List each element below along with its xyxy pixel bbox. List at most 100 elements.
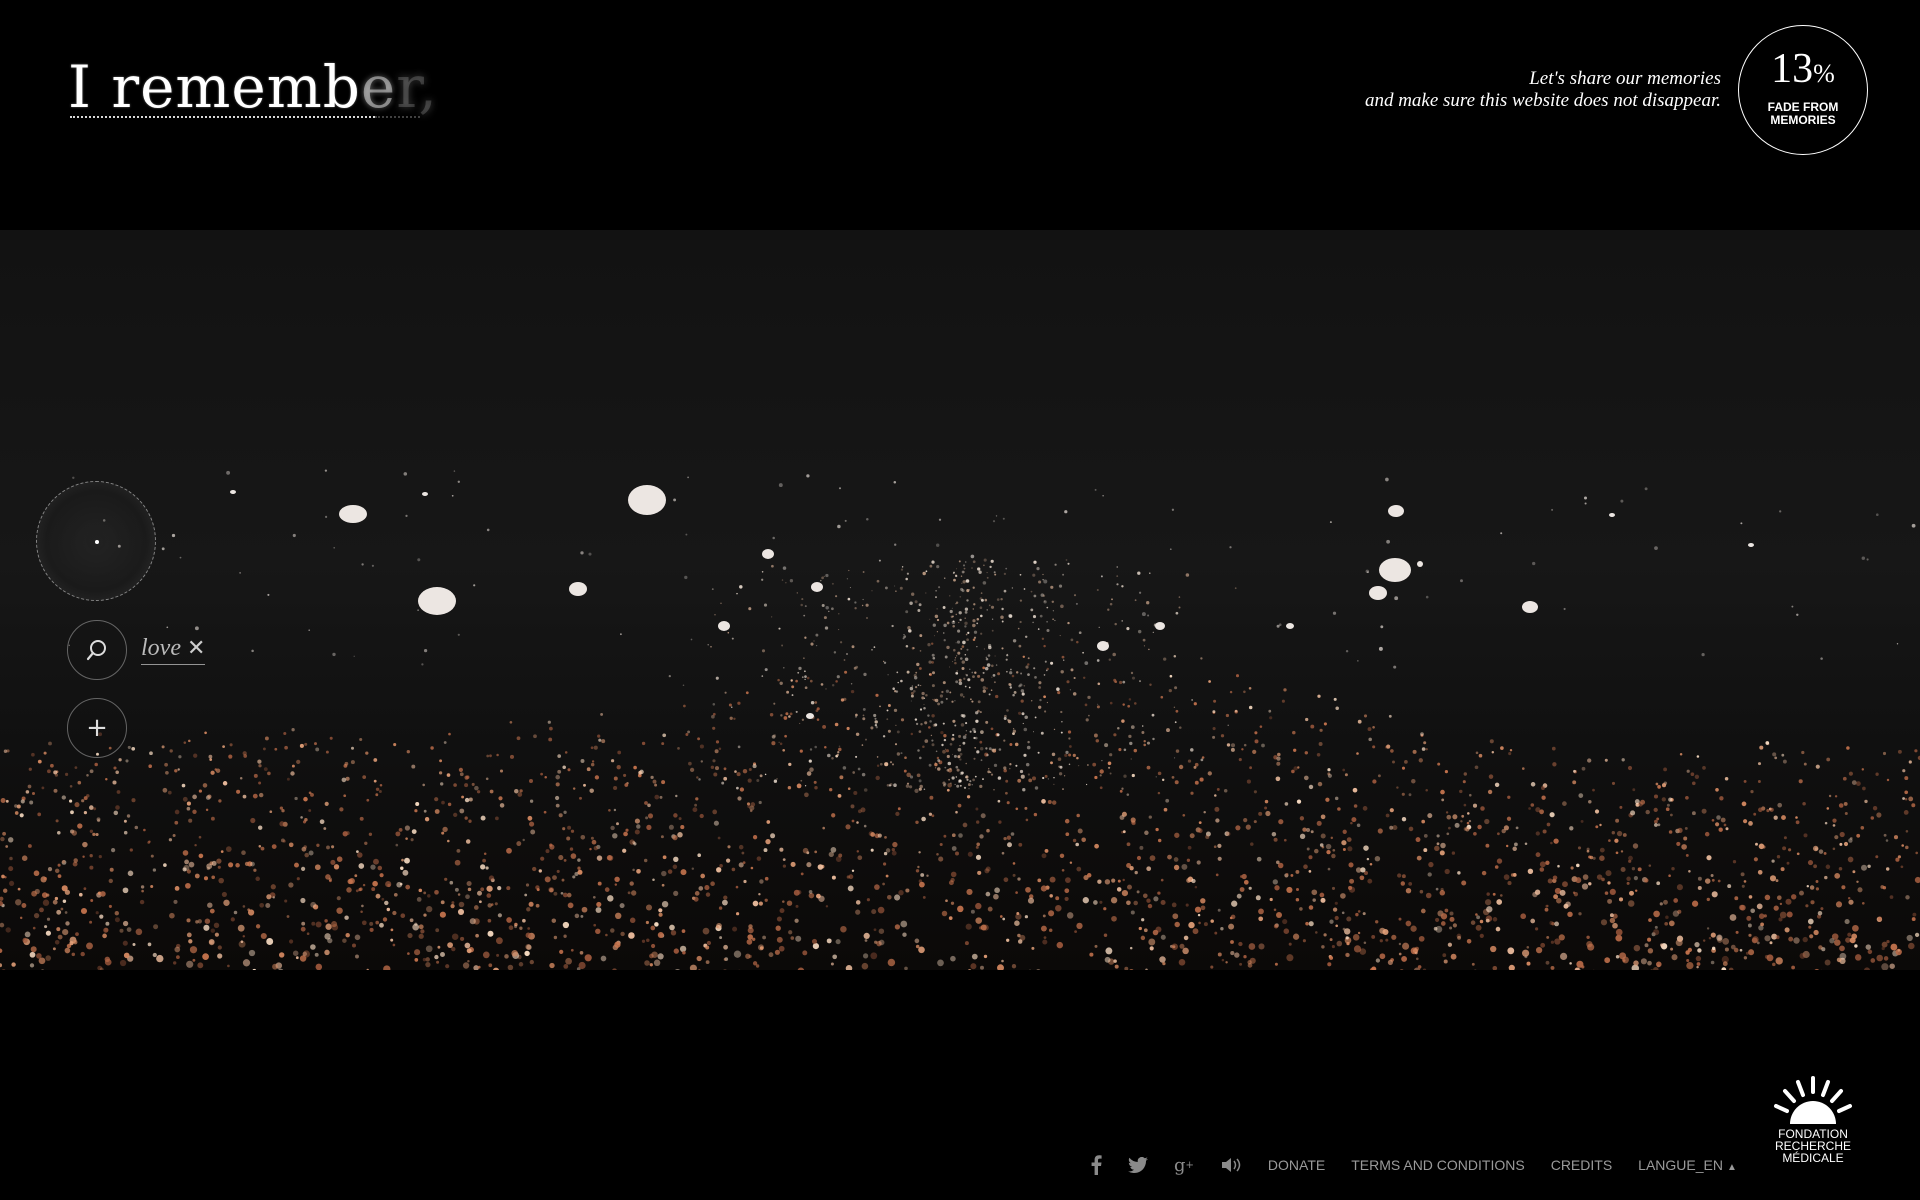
memory-particle — [1032, 573, 1036, 577]
minimap[interactable] — [36, 481, 156, 601]
memory-particle — [1539, 861, 1546, 868]
memory-particle — [1569, 826, 1574, 831]
memory-particle — [562, 765, 566, 770]
memory-particle — [900, 568, 904, 571]
floating-memory[interactable] — [1417, 561, 1423, 567]
memory-particle — [997, 964, 1004, 970]
memory-particle — [1539, 867, 1545, 872]
memory-particle — [961, 645, 965, 648]
memory-particle — [752, 900, 759, 907]
memory-particle — [638, 770, 642, 775]
floating-memory[interactable] — [1388, 505, 1404, 517]
memory-particle — [1200, 898, 1206, 904]
add-memory-button[interactable]: + — [67, 698, 127, 758]
memory-particle — [1249, 766, 1252, 770]
floating-memory[interactable] — [339, 505, 367, 523]
floating-memory[interactable] — [418, 587, 456, 615]
memory-particle — [1605, 870, 1612, 877]
memory-particle — [464, 783, 469, 788]
floating-memory[interactable] — [806, 713, 814, 719]
memory-particle — [788, 715, 791, 718]
floating-memory[interactable] — [628, 485, 666, 515]
memory-particle — [831, 607, 834, 611]
twitter-icon[interactable] — [1128, 1157, 1148, 1173]
memory-particle — [896, 752, 901, 756]
floating-particle — [332, 652, 336, 657]
donate-link[interactable]: DONATE — [1268, 1157, 1325, 1173]
search-filter[interactable]: love ✕ — [141, 635, 206, 665]
memory-particle — [1748, 949, 1755, 956]
floating-memory[interactable] — [1155, 622, 1165, 630]
memory-particle — [486, 893, 492, 898]
memory-particle — [229, 743, 233, 747]
memory-particle-landscape[interactable] — [0, 230, 1920, 970]
terms-link[interactable]: TERMS AND CONDITIONS — [1351, 1157, 1524, 1173]
floating-memory[interactable] — [1748, 543, 1754, 547]
floating-memory[interactable] — [569, 582, 587, 596]
memory-particle — [86, 774, 89, 777]
memory-particle — [937, 702, 941, 706]
floating-memory[interactable] — [1286, 623, 1294, 629]
google-plus-icon[interactable]: g + — [1174, 1155, 1194, 1176]
memory-particle — [458, 767, 463, 772]
floating-memory[interactable] — [1522, 601, 1538, 613]
memory-particle — [464, 797, 470, 803]
memory-particle — [876, 764, 880, 767]
site-logo[interactable]: I remember, — [68, 54, 438, 124]
memory-particle — [943, 577, 946, 579]
memory-particle — [1012, 729, 1017, 733]
memory-particle — [1345, 952, 1350, 958]
logo-fading-letter: e — [360, 53, 397, 121]
memory-particle — [1779, 902, 1783, 906]
language-selector[interactable]: LANGUE_EN ▲ — [1638, 1157, 1737, 1173]
floating-memory[interactable] — [230, 490, 236, 494]
memory-particle — [845, 824, 851, 830]
memory-particle — [7, 837, 14, 843]
memory-particle — [304, 818, 308, 822]
memory-particle — [1711, 891, 1718, 898]
floating-memory[interactable] — [1097, 641, 1109, 651]
memory-particle — [1620, 866, 1626, 873]
memory-particle — [1342, 829, 1347, 834]
floating-memory[interactable] — [1609, 513, 1615, 517]
memory-particle — [1812, 845, 1819, 852]
floating-memory[interactable] — [1369, 586, 1387, 600]
memory-particle — [929, 795, 934, 800]
memory-particle — [1208, 680, 1211, 683]
floating-particle — [453, 470, 456, 472]
search-button[interactable] — [67, 620, 127, 680]
memory-particle — [825, 905, 829, 908]
memory-particle — [499, 769, 504, 773]
memory-particle — [1002, 917, 1006, 921]
floating-memory[interactable] — [762, 549, 774, 559]
floating-memory[interactable] — [718, 621, 730, 631]
memory-particle — [1001, 851, 1005, 855]
memory-particle — [990, 727, 994, 731]
memory-particle — [1038, 705, 1042, 709]
memory-particle — [861, 962, 869, 970]
floating-memory[interactable] — [1379, 558, 1411, 582]
sound-icon[interactable] — [1220, 1156, 1242, 1174]
facebook-icon[interactable] — [1090, 1155, 1102, 1175]
memory-particle — [377, 865, 383, 871]
floating-memory[interactable] — [811, 582, 823, 592]
memory-particle — [1449, 916, 1455, 922]
memory-particle — [450, 903, 455, 909]
memory-particle — [1217, 908, 1221, 912]
fondation-recherche-medicale-logo[interactable]: FONDATION RECHERCHE MÉDICALE — [1768, 1076, 1858, 1176]
memory-particle — [1076, 813, 1080, 818]
credits-link[interactable]: CREDITS — [1551, 1157, 1612, 1173]
memory-particle — [310, 901, 317, 908]
memory-particle — [598, 738, 602, 742]
memory-particle — [1146, 741, 1151, 745]
memory-particle — [265, 903, 271, 908]
floating-memory[interactable] — [422, 492, 428, 496]
memory-particle — [1487, 789, 1493, 795]
close-icon[interactable]: ✕ — [187, 636, 205, 661]
memory-particle — [57, 874, 62, 878]
memory-particle — [896, 671, 899, 674]
particle-canvas[interactable] — [0, 230, 1920, 970]
memory-particle — [891, 847, 895, 852]
memory-particle — [1653, 807, 1658, 813]
memory-particle — [1097, 703, 1099, 705]
